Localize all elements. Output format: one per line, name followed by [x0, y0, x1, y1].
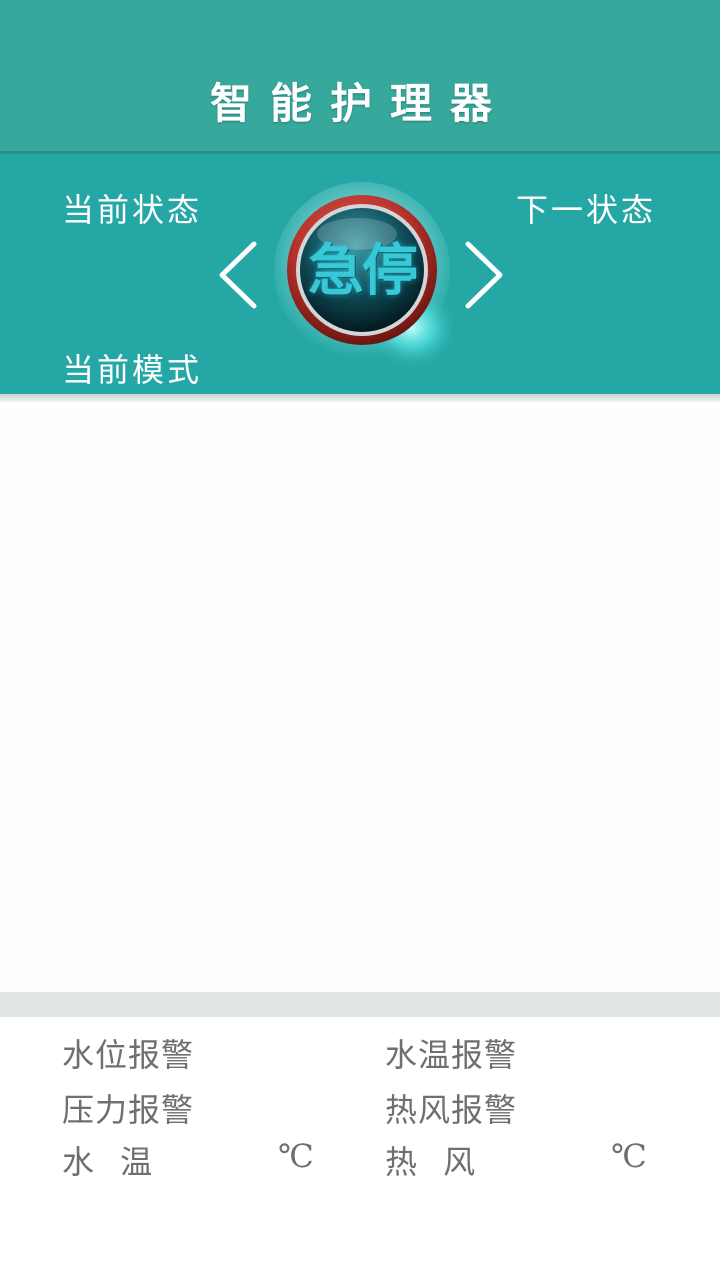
- main-content-area: [0, 402, 720, 992]
- app-title: 智能护理器: [209, 79, 510, 128]
- hot-air-alarm: 热风报警: [385, 1091, 518, 1129]
- pressure-alarm: 压力报警: [62, 1091, 195, 1129]
- hot-air-unit: ℃: [611, 1137, 648, 1175]
- hot-air-reading-label: 热 风: [385, 1143, 484, 1181]
- current-mode-label: 当前模式: [62, 351, 203, 389]
- title-bar: 智能护理器: [0, 0, 720, 151]
- water-temp-alarm: 水温报警: [385, 1036, 518, 1074]
- current-state-label: 当前状态: [62, 191, 203, 229]
- status-panel-shadow: [0, 394, 720, 402]
- water-level-alarm: 水位报警: [62, 1036, 195, 1074]
- chevron-right-icon[interactable]: [458, 240, 518, 310]
- emergency-stop-label: 急停: [308, 239, 418, 304]
- next-state-label: 下一状态: [516, 191, 657, 229]
- water-temp-reading-label: 水 温: [62, 1143, 161, 1181]
- water-temp-unit: ℃: [278, 1137, 315, 1175]
- emergency-stop-button[interactable]: 急停: [272, 178, 460, 378]
- chevron-left-icon[interactable]: [212, 240, 272, 310]
- section-divider: [0, 992, 720, 1017]
